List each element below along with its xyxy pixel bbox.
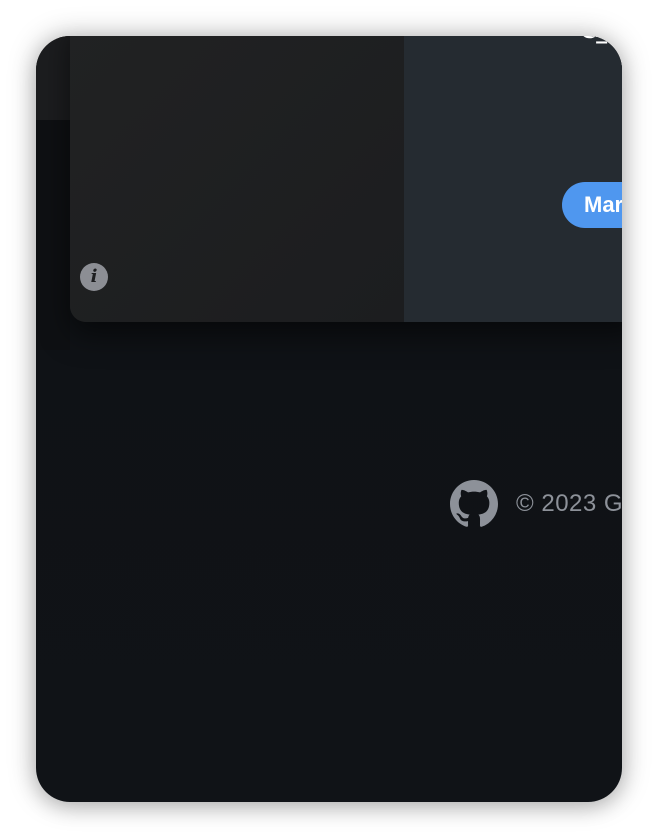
app-window: i C_ Mar © 2023 G	[36, 36, 622, 802]
card-media-area: i	[70, 36, 404, 322]
info-icon[interactable]: i	[80, 263, 108, 291]
card-title-fragment: C_	[580, 36, 620, 44]
media-card: i C_ Mar	[70, 36, 622, 322]
left-gutter	[36, 120, 70, 350]
card-content-panel: C_ Mar	[404, 36, 622, 322]
primary-action-button[interactable]: Mar	[562, 182, 622, 228]
copyright-text: © 2023 G	[516, 490, 622, 517]
page-footer: © 2023 G	[450, 479, 622, 529]
github-icon[interactable]	[450, 480, 498, 528]
